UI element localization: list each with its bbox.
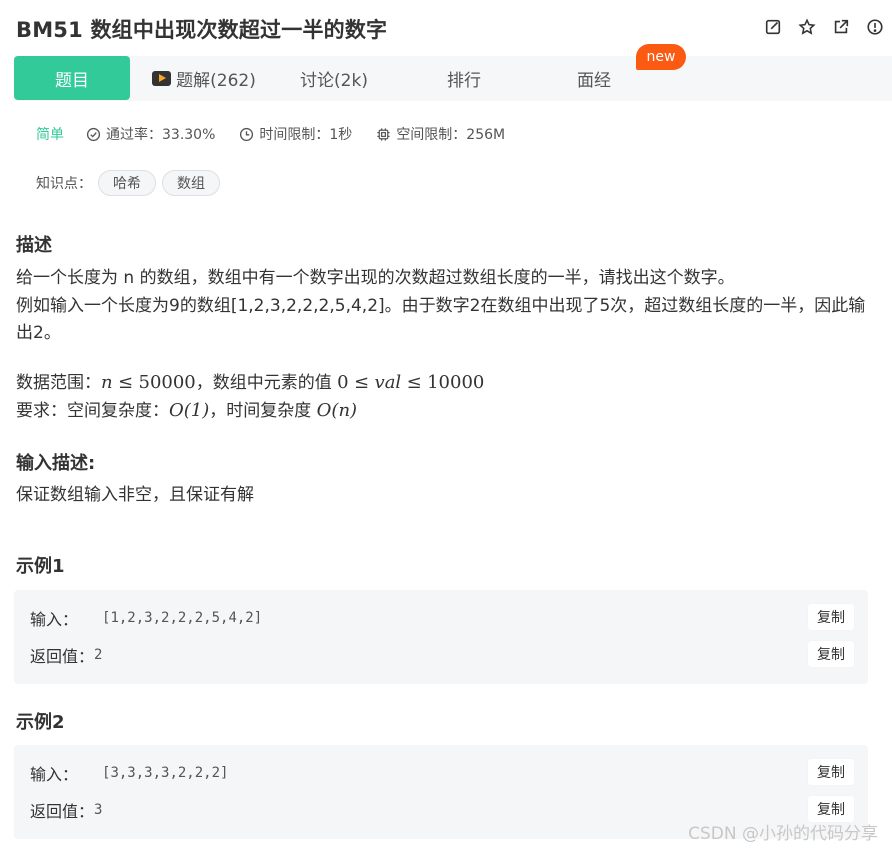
example-2-input-value: [3,3,3,3,2,2,2] — [102, 765, 229, 781]
data-range: 数据范围：n ≤ 50000，数组中元素的值 0 ≤ val ≤ 10000 — [16, 370, 484, 396]
difficulty-badge: 简单 — [36, 127, 64, 143]
edit-icon[interactable] — [762, 16, 784, 38]
example-1-block: 输入： [1,2,3,2,2,2,5,4,2] 复制 返回值： 2 复制 — [14, 590, 868, 684]
math-n-max: 50000 — [138, 372, 196, 393]
example-1-input-label: 输入： — [30, 610, 79, 629]
problem-page: BM51 数组中出现次数超过一半的数字 题目 题解(262) 讨论(2k) 排行… — [0, 0, 892, 852]
video-icon — [152, 70, 172, 86]
example-1-output-label: 返回值： — [30, 647, 95, 666]
problem-tabs: 题目 题解(262) 讨论(2k) 排行 面经 — [14, 56, 892, 101]
input-description-heading: 输入描述: — [16, 453, 96, 474]
tab-problem[interactable]: 题目 — [14, 56, 130, 100]
copy-input-button[interactable]: 复制 — [808, 604, 854, 630]
knowledge-points: 知识点： 哈希 数组 — [36, 170, 220, 196]
pass-rate-text: 通过率：33.30% — [106, 127, 216, 143]
chip-icon — [377, 127, 390, 141]
description-line-3: 出2。 — [16, 323, 61, 343]
tab-discussion[interactable]: 讨论(2k) — [294, 56, 374, 100]
tab-solutions-label: 题解(262) — [176, 70, 256, 91]
example-2-heading: 示例2 — [16, 712, 65, 733]
tag-hash[interactable]: 哈希 — [98, 170, 156, 196]
tab-interview[interactable]: 面经 — [564, 56, 624, 100]
math-space-complexity: O(1) — [169, 400, 210, 421]
description-line-1: 给一个长度为 n 的数组，数组中有一个数字出现的次数超过数组长度的一半，请找出这… — [16, 268, 735, 288]
requirement-mid: ，时间复杂度 — [209, 401, 317, 421]
csdn-watermark: CSDN @小孙的代码分享 — [688, 824, 878, 844]
math-zero: 0 — [337, 372, 349, 393]
requirement-label: 要求：空间复杂度： — [16, 401, 169, 421]
complexity-requirement: 要求：空间复杂度：O(1)，时间复杂度 O(n) — [16, 398, 357, 424]
space-limit: 空间限制：256M — [376, 124, 505, 144]
example-1-input: 输入： [1,2,3,2,2,2,5,4,2] — [30, 606, 262, 630]
math-val: val — [374, 372, 402, 393]
copy-input-button[interactable]: 复制 — [808, 759, 854, 785]
math-n: n — [101, 372, 113, 393]
tag-array[interactable]: 数组 — [162, 170, 220, 196]
math-le-3: ≤ — [406, 372, 422, 393]
example-1-output-value: 2 — [94, 647, 103, 663]
tab-ranking-label: 排行 — [447, 70, 481, 91]
copy-output-button[interactable]: 复制 — [808, 641, 854, 667]
problem-meta: 简单 通过率：33.30% 时间限制：1秒 空间限制：256M — [36, 124, 529, 144]
problem-title: BM51 数组中出现次数超过一半的数字 — [16, 18, 388, 42]
input-description-text: 保证数组输入非空，且保证有解 — [16, 485, 254, 505]
example-1-input-value: [1,2,3,2,2,2,5,4,2] — [102, 610, 263, 626]
description-line-2: 例如输入一个长度为9的数组[1,2,3,2,2,2,5,4,2]。由于数字2在数… — [16, 296, 866, 316]
description-heading: 描述 — [16, 235, 52, 256]
knowledge-label: 知识点： — [36, 176, 92, 192]
data-range-mid: ，数组中元素的值 — [195, 373, 338, 393]
tab-discussion-label: 讨论(2k) — [300, 70, 368, 91]
example-2-output: 返回值： 3 — [30, 798, 102, 822]
pass-rate: 通过率：33.30% — [86, 124, 215, 144]
data-range-label: 数据范围： — [16, 373, 101, 393]
alert-icon[interactable] — [864, 16, 886, 38]
star-icon[interactable] — [796, 16, 818, 38]
example-1-output: 返回值： 2 — [30, 643, 102, 667]
space-limit-text: 空间限制：256M — [396, 127, 506, 143]
problem-header: BM51 数组中出现次数超过一半的数字 — [0, 0, 892, 56]
example-2-input-label: 输入： — [30, 765, 79, 784]
math-val-max: 10000 — [427, 372, 485, 393]
math-le-1: ≤ — [118, 372, 134, 393]
external-link-icon[interactable] — [830, 16, 852, 38]
new-badge: new — [636, 44, 686, 70]
math-le-2: ≤ — [354, 372, 370, 393]
math-time-complexity: O(n) — [316, 400, 358, 421]
example-2-output-label: 返回值： — [30, 802, 95, 821]
example-1-heading: 示例1 — [16, 556, 65, 577]
tab-problem-label: 题目 — [55, 70, 89, 91]
clock-icon — [240, 127, 254, 141]
time-limit: 时间限制：1秒 — [239, 124, 352, 144]
tab-ranking[interactable]: 排行 — [434, 56, 494, 100]
header-actions — [762, 16, 886, 38]
tab-solutions[interactable]: 题解(262) — [152, 56, 256, 100]
example-2-output-value: 3 — [94, 802, 103, 818]
tab-interview-label: 面经 — [577, 70, 611, 91]
time-limit-text: 时间限制：1秒 — [259, 127, 353, 143]
example-2-input: 输入： [3,3,3,3,2,2,2] — [30, 761, 228, 785]
check-circle-icon — [86, 127, 101, 141]
